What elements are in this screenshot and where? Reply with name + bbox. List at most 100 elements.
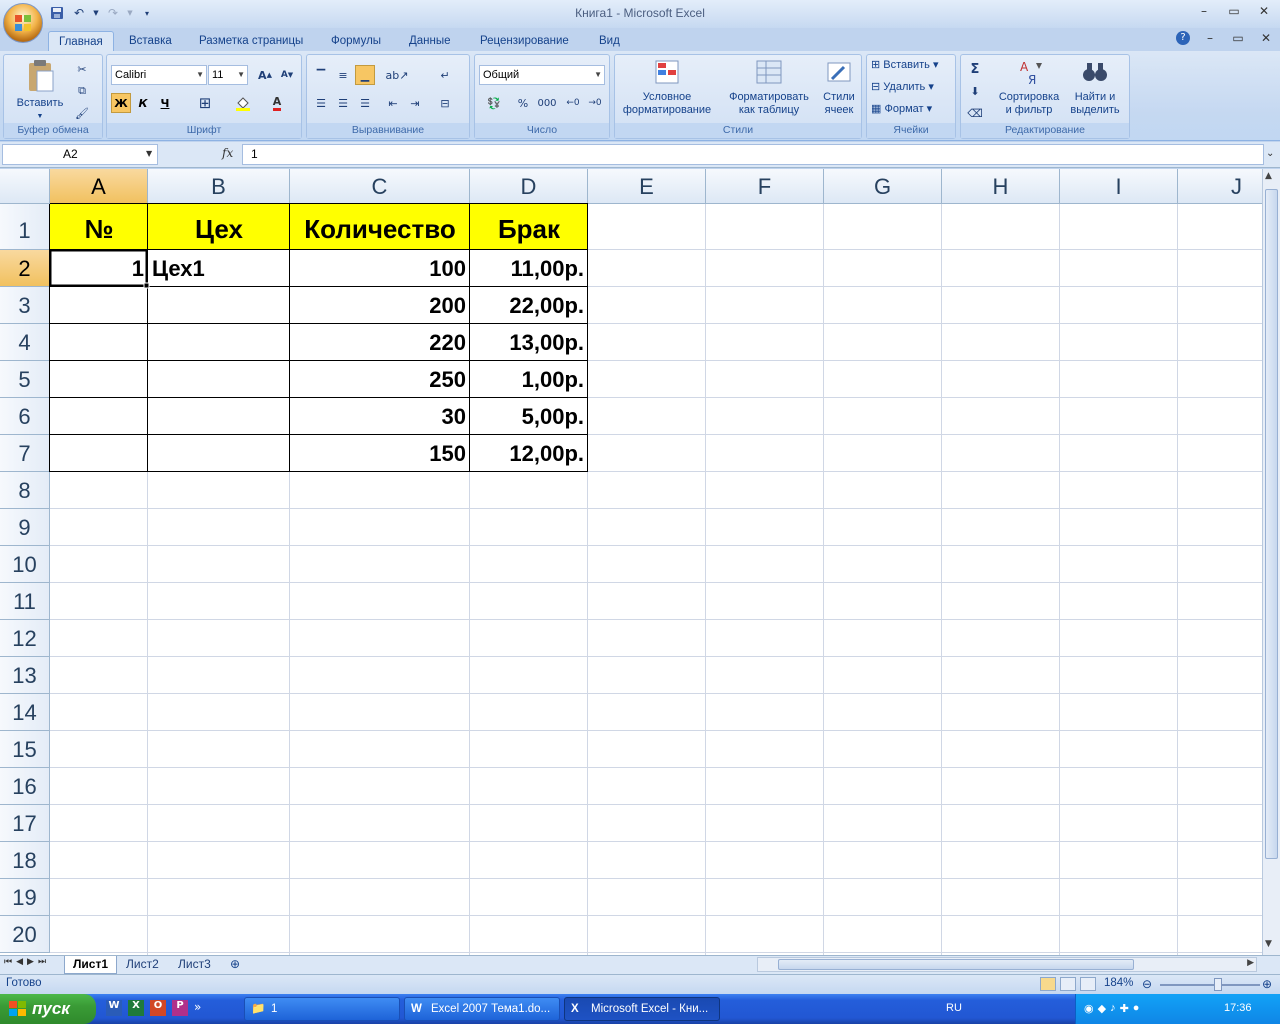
vertical-scrollbar[interactable]: ▲ ▼ [1262,169,1280,955]
customize-qat-icon[interactable]: ▾ [138,4,156,22]
zoom-level[interactable]: 184% [1104,977,1133,989]
align-left-icon[interactable]: ☰ [311,93,331,113]
zoom-out-icon[interactable]: ⊖ [1142,977,1152,991]
sheet-tab-3[interactable]: Лист3 [170,956,219,974]
tab-view[interactable]: Вид [589,31,630,52]
column-header[interactable]: H [942,169,1060,204]
office-button[interactable] [3,3,43,43]
undo-dropdown-icon[interactable]: ▼ [92,4,100,22]
horizontal-scrollbar[interactable]: ▶ [757,957,1257,972]
scroll-down-icon[interactable]: ▼ [1265,939,1272,949]
fill-icon[interactable]: ⬇ [965,81,985,101]
clear-icon[interactable]: ⌫ [965,103,985,123]
expand-formula-bar-icon[interactable]: ⌄ [1266,148,1274,159]
align-middle-icon[interactable]: ≡ [333,65,353,85]
formula-input[interactable]: 1 [242,144,1264,165]
copy-icon[interactable]: ⧉ [72,81,92,101]
increase-decimal-icon[interactable]: ←0 [563,93,583,113]
row-header[interactable]: 6 [0,398,50,435]
column-header[interactable]: B [148,169,290,204]
updates-icon[interactable]: ● [1133,1002,1140,1015]
table-cell[interactable]: 100 [290,250,470,287]
tab-home[interactable]: Главная [48,31,114,52]
fill-color-icon[interactable] [233,93,253,113]
table-cell[interactable]: 22,00р. [470,287,588,324]
taskbar-item-word[interactable]: W Excel 2007 Тема1.do... [404,997,560,1021]
row-header[interactable]: 7 [0,435,50,472]
worksheet-grid[interactable]: ABCDEFGHIJ 1 2 3 4 5 6 7 8 9 10 11 12 13 14 15 16 17 18 19… [0,169,1262,955]
name-box-dropdown-icon[interactable]: ▼ [146,149,152,158]
tab-page-layout[interactable]: Разметка страницы [189,31,313,52]
currency-format-icon[interactable]: 💱 [479,93,509,113]
help-icon[interactable]: ? [1176,31,1190,45]
row-header[interactable]: 16 [0,768,50,805]
excel-icon[interactable]: X [128,1000,144,1016]
zoom-in-icon[interactable]: ⊕ [1262,977,1272,991]
table-header-cell[interactable]: Брак [470,204,588,250]
table-cell[interactable] [148,324,290,361]
antivirus-icon[interactable]: ◆ [1098,1002,1106,1015]
row-header[interactable]: 13 [0,657,50,694]
workbook-minimize-icon[interactable]: – [1202,31,1218,47]
tab-formulas[interactable]: Формулы [321,31,391,52]
taskbar-item-excel[interactable]: X Microsoft Excel - Кни... [564,997,720,1021]
row-header[interactable]: 5 [0,361,50,398]
table-header-cell[interactable]: № [50,204,148,250]
align-top-icon[interactable]: ▔ [311,65,331,85]
number-format-combo[interactable]: Общий ▼ [479,65,605,85]
scroll-up-icon[interactable]: ▲ [1265,171,1272,181]
more-icon[interactable]: » [194,1000,201,1016]
row-header[interactable]: 14 [0,694,50,731]
row-header[interactable]: 11 [0,583,50,620]
borders-icon[interactable]: ⊞ [195,93,215,113]
table-header-cell[interactable]: Цех [148,204,290,250]
row-header[interactable]: 12 [0,620,50,657]
row-header[interactable]: 9 [0,509,50,546]
row-header[interactable]: 20 [0,916,50,953]
table-cell[interactable]: 30 [290,398,470,435]
bold-button[interactable]: Ж [111,93,131,113]
table-cell[interactable]: 200 [290,287,470,324]
font-name-combo[interactable]: Calibri ▼ [111,65,207,85]
tab-insert[interactable]: Вставка [119,31,182,52]
row-header[interactable]: 10 [0,546,50,583]
powerpoint-icon[interactable]: P [172,1000,188,1016]
maximize-icon[interactable]: ▭ [1226,4,1242,20]
italic-button[interactable]: К [133,93,153,113]
column-header[interactable]: G [824,169,942,204]
select-all-corner[interactable] [0,169,50,204]
increase-indent-icon[interactable]: ⇥ [405,93,425,113]
underline-button[interactable]: Ч [155,93,175,113]
page-break-view-icon[interactable] [1080,977,1096,991]
font-size-combo[interactable]: 11 ▼ [208,65,248,85]
row-header[interactable]: 1 [0,204,50,250]
autosum-button[interactable]: Σ [965,59,985,79]
find-select-button[interactable]: Найти и выделить [1063,57,1127,119]
row-header[interactable]: 8 [0,472,50,509]
cell-styles-button[interactable]: Стили ячеек [819,57,859,119]
table-cell[interactable]: 13,00р. [470,324,588,361]
column-header[interactable]: E [588,169,706,204]
table-cell[interactable] [50,324,148,361]
network-icon[interactable]: ◉ [1084,1002,1094,1015]
word-icon[interactable]: W [106,1000,122,1016]
table-cell[interactable] [50,361,148,398]
minimize-icon[interactable]: – [1196,4,1212,20]
zoom-slider-thumb[interactable] [1214,978,1222,991]
language-indicator[interactable]: RU [946,1002,1066,1014]
column-header[interactable]: J [1178,169,1262,204]
wrap-text-icon[interactable]: ↵ [435,65,455,85]
cut-icon[interactable]: ✂ [72,59,92,79]
taskbar-item-folder[interactable]: 📁 1 [244,997,400,1021]
table-cell[interactable] [148,435,290,472]
table-cell[interactable]: 1 [50,250,148,287]
row-header[interactable]: 17 [0,805,50,842]
scroll-right-icon[interactable]: ▶ [1247,958,1254,968]
column-header[interactable]: D [470,169,588,204]
insert-function-button[interactable]: fx [222,146,233,160]
sheet-tab-1[interactable]: Лист1 [64,956,118,974]
table-cell[interactable]: 12,00р. [470,435,588,472]
percent-style-button[interactable]: % [513,93,533,113]
close-icon[interactable]: ✕ [1256,4,1272,20]
decrease-decimal-icon[interactable]: →0 [585,93,605,113]
